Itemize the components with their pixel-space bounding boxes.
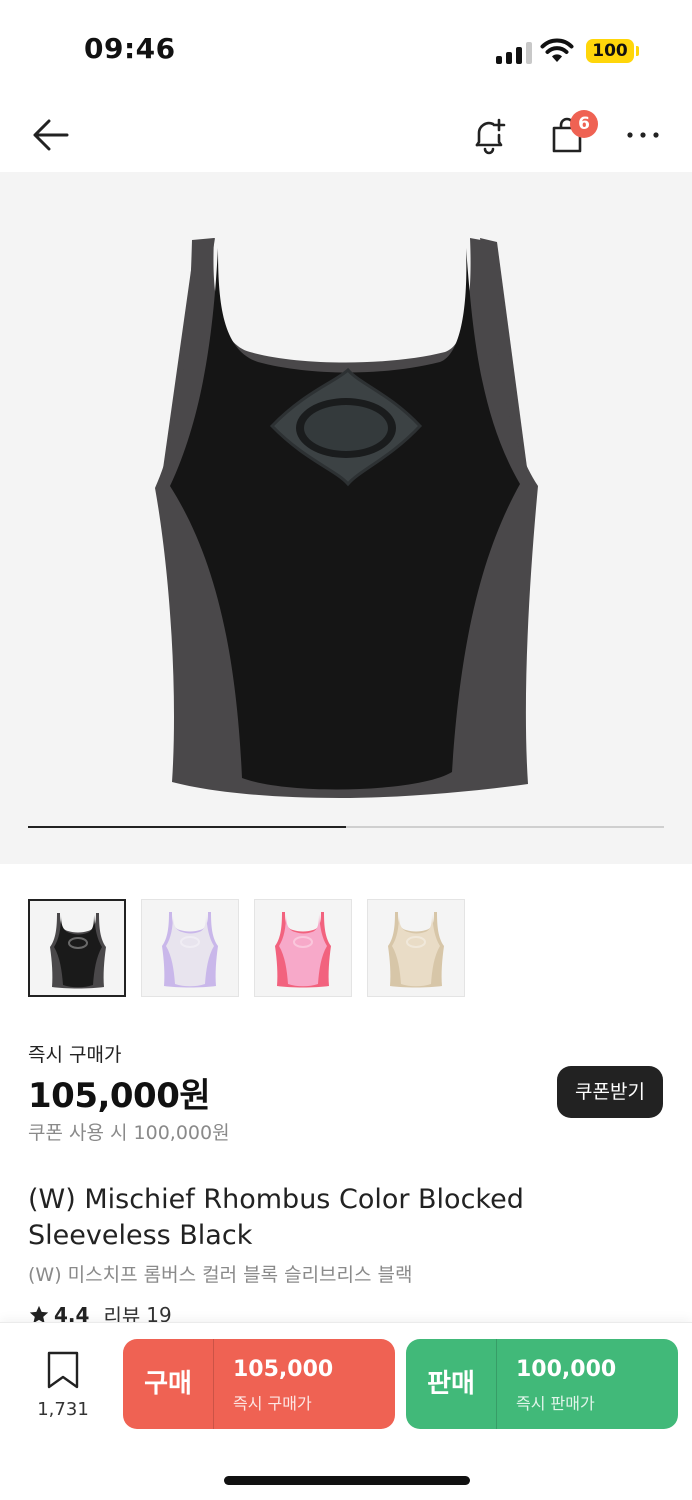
product-title: (W) Mischief Rhombus Color Blocked Sleev… xyxy=(28,1184,524,1251)
thumbnail-image xyxy=(50,913,106,989)
thumbnail-1[interactable] xyxy=(28,899,126,997)
thumbnail-3[interactable] xyxy=(254,899,352,997)
more-icon xyxy=(627,132,659,138)
bookmark-icon xyxy=(47,1351,79,1389)
buy-sublabel: 즉시 구매가 xyxy=(233,1394,312,1413)
sell-divider xyxy=(496,1339,497,1429)
carousel-progress xyxy=(28,826,664,828)
wishlist-count: 1,731 xyxy=(37,1399,89,1420)
cart-count-badge: 6 xyxy=(570,110,598,138)
back-button[interactable] xyxy=(24,110,74,160)
buy-divider xyxy=(213,1339,214,1429)
bottom-action-bar: 1,731 구매 105,000 즉시 구매가 판매 100,000 즉시 판매… xyxy=(0,1322,692,1500)
notification-button[interactable] xyxy=(464,110,514,160)
price-amount: 105,000원 xyxy=(28,1076,211,1116)
sell-label: 판매 xyxy=(427,1369,475,1399)
status-bar: 09:46 100 xyxy=(0,0,692,100)
signal-icon xyxy=(496,42,532,64)
product-title-korean: (W) 미스치프 롬버스 컬러 블록 슬리브리스 블랙 xyxy=(28,1264,413,1286)
thumbnail-4[interactable] xyxy=(367,899,465,997)
thumbnail-image xyxy=(275,912,331,988)
sell-price: 100,000 xyxy=(516,1357,617,1382)
get-coupon-button[interactable]: 쿠폰받기 xyxy=(557,1066,663,1118)
thumbnail-image xyxy=(388,912,444,988)
battery-icon: 100 xyxy=(586,39,634,63)
tank-top-image xyxy=(155,238,538,798)
thumbnail-image xyxy=(162,912,218,988)
coupon-price-note: 쿠폰 사용 시 100,000원 xyxy=(28,1122,230,1144)
sell-sublabel: 즉시 판매가 xyxy=(516,1394,595,1413)
bell-plus-icon xyxy=(475,118,506,155)
wifi-icon xyxy=(540,38,574,64)
status-time: 09:46 xyxy=(84,32,176,65)
sell-button[interactable]: 판매 100,000 즉시 판매가 xyxy=(406,1339,678,1429)
thumbnail-strip xyxy=(28,899,465,997)
buy-label: 구매 xyxy=(144,1369,192,1399)
more-button[interactable] xyxy=(618,110,668,160)
carousel-progress-fill xyxy=(28,826,346,828)
back-arrow-icon xyxy=(33,119,69,151)
thumbnail-2[interactable] xyxy=(141,899,239,997)
product-image-carousel[interactable] xyxy=(0,172,692,864)
wishlist-button[interactable]: 1,731 xyxy=(30,1351,96,1421)
home-indicator xyxy=(224,1476,470,1485)
price-label: 즉시 구매가 xyxy=(28,1044,122,1066)
buy-button[interactable]: 구매 105,000 즉시 구매가 xyxy=(123,1339,395,1429)
battery-nub xyxy=(636,46,639,56)
buy-price: 105,000 xyxy=(233,1357,334,1382)
